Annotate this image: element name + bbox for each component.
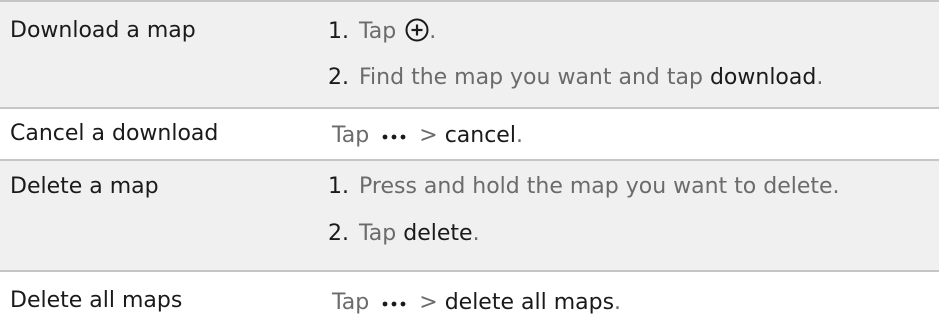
- row-label: Delete all maps: [10, 288, 183, 313]
- step-2: 2. Tap delete.: [328, 221, 480, 246]
- plus-circle-icon: [405, 18, 429, 49]
- keyword: download: [709, 65, 817, 90]
- keyword: cancel: [444, 123, 516, 148]
- instructions-table: Download a map 1. Tap . 2. Find the map …: [0, 0, 939, 323]
- row-label: Download a map: [10, 18, 196, 43]
- row-delete-map: Delete a map 1. Press and hold the map y…: [0, 159, 939, 270]
- step-2: 2. Find the map you want and tap downloa…: [328, 65, 824, 90]
- keyword: delete all maps: [444, 290, 615, 315]
- row-download-map: Download a map 1. Tap . 2. Find the map …: [0, 0, 939, 107]
- row-label: Delete a map: [10, 174, 159, 199]
- row-label: Cancel a download: [10, 121, 219, 146]
- step: Tap > cancel.: [332, 121, 523, 148]
- more-dots-icon: [382, 121, 406, 147]
- step-1: 1. Press and hold the map you want to de…: [328, 174, 840, 199]
- more-dots-icon: [382, 288, 406, 314]
- row-delete-all-maps: Delete all maps Tap > delete all maps.: [0, 270, 939, 323]
- step-1: 1. Tap .: [328, 18, 436, 49]
- row-cancel-download: Cancel a download Tap > cancel.: [0, 107, 939, 159]
- keyword: delete: [403, 221, 473, 246]
- step: Tap > delete all maps.: [332, 288, 622, 315]
